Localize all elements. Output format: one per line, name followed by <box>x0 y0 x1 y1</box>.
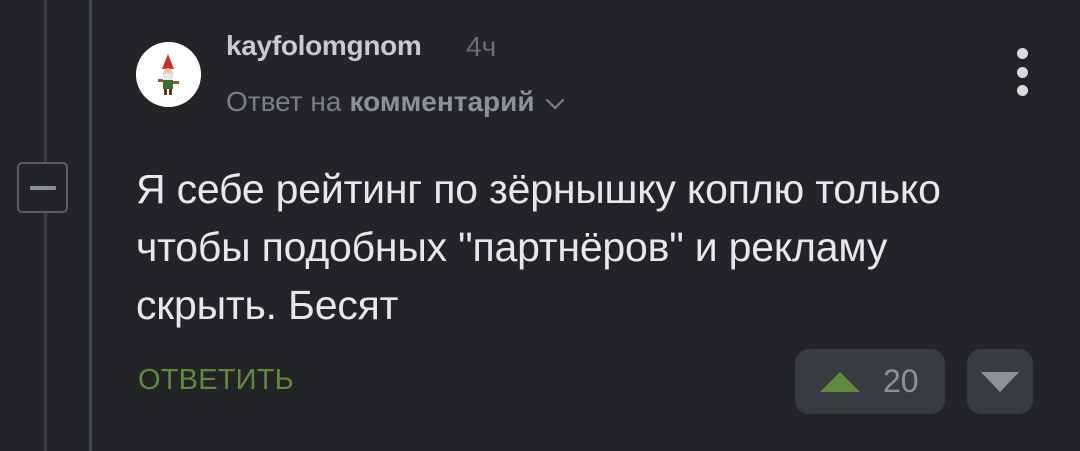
avatar[interactable] <box>136 42 201 107</box>
minus-icon <box>29 185 56 190</box>
more-dot <box>1016 66 1028 78</box>
comment-body: Я себе рейтинг по зёрнышку коплю только … <box>136 166 941 328</box>
thread-line-inner <box>89 0 92 451</box>
collapse-thread-button[interactable] <box>17 162 68 213</box>
reply-to-target: комментарий <box>349 86 535 117</box>
more-dot <box>1016 85 1028 96</box>
chevron-down-icon <box>545 98 564 110</box>
gnome-avatar-icon <box>136 42 201 107</box>
downvote-button[interactable] <box>967 349 1033 414</box>
reply-button[interactable]: ОТВЕТИТЬ <box>138 364 294 397</box>
upvote-button[interactable]: 20 <box>795 349 945 414</box>
more-vertical-icon <box>1016 48 1028 59</box>
triangle-up-icon <box>820 371 860 392</box>
triangle-down-icon <box>981 371 1019 392</box>
reply-to-link[interactable]: Ответ на комментарий <box>226 86 565 118</box>
author-name[interactable]: kayfolomgnom <box>226 30 422 62</box>
thread-line-outer <box>44 0 47 451</box>
comment-timestamp: 4ч <box>466 31 497 62</box>
rating-count: 20 <box>883 363 919 399</box>
reply-to-prefix: Ответ на <box>226 86 342 117</box>
more-options-button[interactable] <box>1006 48 1038 96</box>
